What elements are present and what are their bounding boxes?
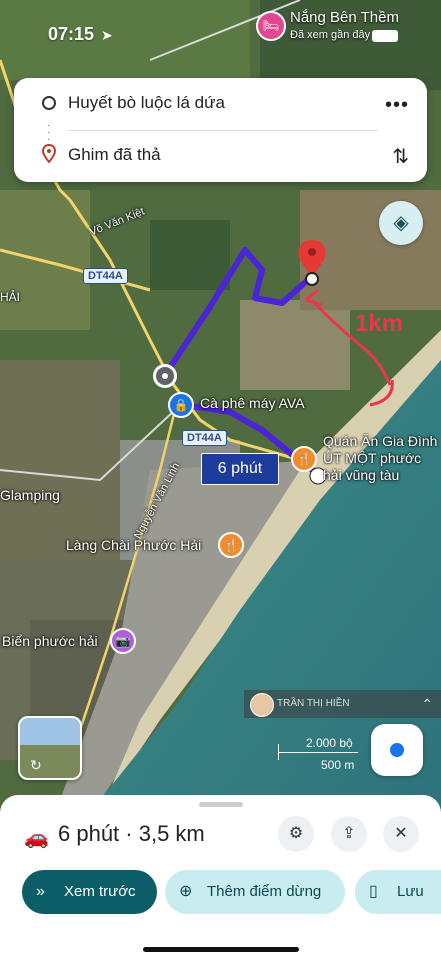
destination-row[interactable]: Ghim đã thả ⇅ <box>14 134 427 176</box>
preview-button[interactable]: » Xem trước <box>22 870 157 914</box>
origin-label: Huyết bò luộc lá dứa <box>68 93 225 112</box>
place-label-ava: Cà phê máy AVA <box>200 395 305 411</box>
route-card: Huyết bò luộc lá dứa ••• · · · Ghim đã thả… <box>14 78 427 182</box>
hotel-icon: 🛏 <box>256 11 286 41</box>
place-label-bien: Biển phước hải <box>2 633 98 649</box>
share-button[interactable]: ⇪ <box>331 816 367 852</box>
location-dot-icon <box>390 743 404 757</box>
recent-place-name: Nắng Bên Thềm <box>290 9 399 26</box>
restaurant-icon[interactable]: 🍴 <box>291 446 317 472</box>
add-stop-label: Thêm điểm dừng <box>207 883 322 900</box>
close-icon: ✕ <box>394 825 408 842</box>
scale-imperial: 2.000 bộ <box>306 736 353 750</box>
origin-circle-icon <box>42 96 56 110</box>
place-label-glamping: Glamping <box>0 487 60 503</box>
save-button[interactable]: ▯ Lưu <box>355 870 441 914</box>
sliders-icon: ⚙ <box>288 825 304 842</box>
recent-place-sub: Đã xem gần đây <box>290 29 371 41</box>
status-time: 07:15 <box>48 24 95 44</box>
more-options-icon[interactable]: ••• <box>385 94 409 117</box>
photo-attribution[interactable]: TRẦN THỊ HIỀN ⌃ <box>244 690 441 718</box>
layers-icon: ◈ <box>393 212 409 234</box>
close-button[interactable]: ✕ <box>383 816 419 852</box>
bookmark-icon: ▯ <box>369 883 378 900</box>
add-stop-button[interactable]: ⊕ Thêm điểm dừng <box>165 870 345 914</box>
camera-icon[interactable]: 📷 <box>110 628 136 654</box>
swap-icon[interactable]: ⇅ <box>392 144 409 169</box>
add-pin-icon: ⊕ <box>179 883 193 900</box>
eta-badge[interactable]: 6 phút <box>201 453 279 485</box>
street-view-thumbnail[interactable]: ↻ <box>18 716 82 780</box>
destination-label: Ghim đã thả <box>68 145 161 164</box>
road-shield-dt44a-2: DT44A <box>182 430 227 446</box>
layers-button[interactable]: ◈ <box>379 201 423 245</box>
double-chevron-icon: » <box>36 883 45 900</box>
share-icon: ⇪ <box>342 825 356 842</box>
scale-bar: 2.000 bộ 500 m <box>276 736 366 776</box>
coffee-shop-icon[interactable]: 🔒 <box>168 392 194 418</box>
save-label: Lưu <box>397 883 424 900</box>
home-indicator[interactable] <box>143 947 299 952</box>
road-shield-dt44a-1: DT44A <box>83 268 128 284</box>
route-options-button[interactable]: ⚙ <box>278 816 314 852</box>
chevron-up-icon[interactable]: ⌃ <box>421 696 433 713</box>
distance-annotation: 1km <box>355 310 404 337</box>
place-label-lang-chai: Làng Chài Phước Hải <box>66 537 202 553</box>
route-summary: 6 phút · 3,5 km <box>58 821 205 846</box>
preview-label: Xem trước <box>64 883 136 900</box>
scale-metric: 500 m <box>321 758 355 772</box>
route-divider <box>68 130 378 131</box>
place-label-restaurant: Quán Ăn Gia Đình ÚT MỘT phước hải vũng t… <box>323 433 438 483</box>
sheet-handle[interactable] <box>199 802 243 807</box>
origin-row[interactable]: Huyết bò luộc lá dứa ••• <box>14 82 427 124</box>
my-location-button[interactable] <box>371 724 423 776</box>
battery-icon <box>372 30 398 42</box>
place-label-hai: HẢI <box>0 290 21 304</box>
attribution-name: TRẦN THỊ HIỀN <box>277 698 350 709</box>
scale-line <box>278 752 358 753</box>
location-arrow-icon: ➤ <box>101 27 113 43</box>
rotate-icon: ↻ <box>30 757 42 773</box>
avatar <box>250 693 274 717</box>
directions-sheet: 🚗 6 phút · 3,5 km ⚙ ⇪ ✕ » Xem trước ⊕ Th… <box>0 795 441 960</box>
car-icon: 🚗 <box>24 827 49 849</box>
restaurant-icon-2[interactable]: 🍴 <box>218 532 244 558</box>
status-bar: 07:15 ➤ 🛏 Nắng Bên Thềm Đã xem gần đây <box>0 0 441 60</box>
destination-pin-icon <box>41 144 57 164</box>
